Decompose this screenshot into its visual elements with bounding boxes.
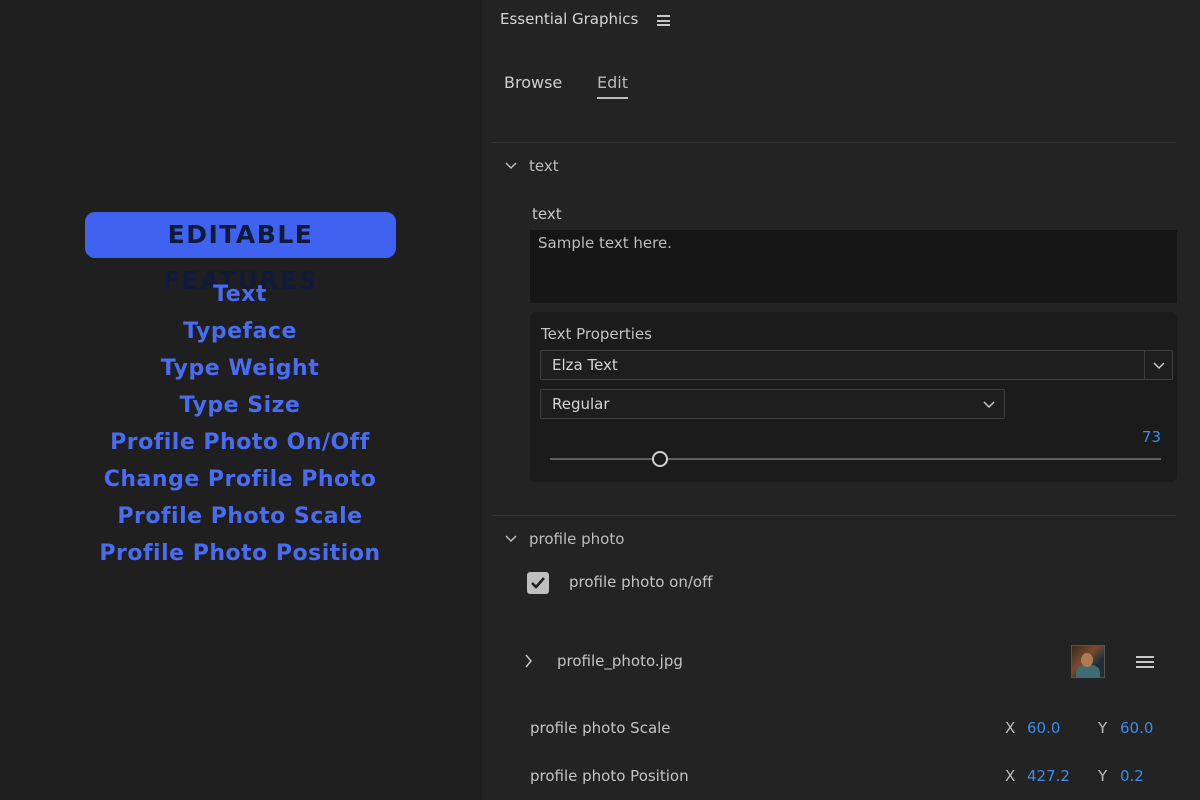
profile-photo-file-name[interactable]: profile_photo.jpg xyxy=(557,652,683,670)
font-weight-select[interactable]: Regular xyxy=(540,389,1005,419)
font-size-slider-track[interactable] xyxy=(550,458,1161,460)
position-y-label: Y xyxy=(1098,767,1108,785)
text-properties-box: Text Properties Elza Text Regular 73 xyxy=(530,312,1177,482)
profile-photo-toggle-checkbox[interactable] xyxy=(527,572,549,594)
chevron-right-icon[interactable] xyxy=(524,654,534,668)
font-family-value: Elza Text xyxy=(552,356,618,374)
divider xyxy=(492,515,1176,516)
scale-label: profile photo Scale xyxy=(530,719,671,737)
feature-item: Profile Photo On/Off xyxy=(110,430,370,455)
divider xyxy=(492,142,1176,143)
text-input[interactable]: Sample text here. xyxy=(530,230,1177,303)
promo-panel: EDITABLE FEATURES Text Typeface Type Wei… xyxy=(0,0,480,800)
feature-list: Text Typeface Type Weight Type Size Prof… xyxy=(0,276,480,572)
hamburger-menu-icon[interactable] xyxy=(1136,656,1154,668)
scale-y-label: Y xyxy=(1098,719,1108,737)
profile-photo-toggle-label: profile photo on/off xyxy=(569,573,713,591)
feature-item: Change Profile Photo xyxy=(103,467,377,492)
position-x-value[interactable]: 427.2 xyxy=(1027,767,1070,785)
feature-item: Typeface xyxy=(183,319,297,344)
section-header-text[interactable]: text xyxy=(529,157,559,175)
tab-browse[interactable]: Browse xyxy=(504,73,562,92)
feature-item: Profile Photo Scale xyxy=(117,504,363,529)
scale-y-value[interactable]: 60.0 xyxy=(1120,719,1153,737)
chevron-down-icon xyxy=(980,390,998,418)
hamburger-menu-icon[interactable] xyxy=(657,15,670,26)
font-size-slider-handle[interactable] xyxy=(651,451,668,467)
feature-item: Type Size xyxy=(179,393,301,418)
position-y-value[interactable]: 0.2 xyxy=(1120,767,1144,785)
scale-x-label: X xyxy=(1005,719,1016,737)
tab-edit[interactable]: Edit xyxy=(597,73,628,99)
font-weight-value: Regular xyxy=(552,395,610,413)
profile-photo-thumbnail[interactable] xyxy=(1071,645,1105,678)
panel-title: Essential Graphics xyxy=(500,10,639,28)
essential-graphics-panel: Essential Graphics Browse Edit text text… xyxy=(482,0,1200,800)
feature-item: Type Weight xyxy=(160,356,320,381)
font-family-select[interactable]: Elza Text xyxy=(540,350,1173,380)
text-field-label: text xyxy=(532,205,562,223)
font-size-value[interactable]: 73 xyxy=(1142,428,1161,446)
editable-features-badge: EDITABLE FEATURES xyxy=(85,212,396,295)
chevron-down-icon[interactable] xyxy=(1144,351,1172,379)
position-x-label: X xyxy=(1005,767,1016,785)
scale-x-value[interactable]: 60.0 xyxy=(1027,719,1060,737)
feature-item: Profile Photo Position xyxy=(99,541,381,566)
feature-item: Text xyxy=(213,282,267,307)
chevron-down-icon[interactable] xyxy=(505,161,517,171)
text-properties-label: Text Properties xyxy=(541,325,652,343)
section-header-profile-photo[interactable]: profile photo xyxy=(529,530,624,548)
position-label: profile photo Position xyxy=(530,767,689,785)
chevron-down-icon[interactable] xyxy=(505,534,517,544)
